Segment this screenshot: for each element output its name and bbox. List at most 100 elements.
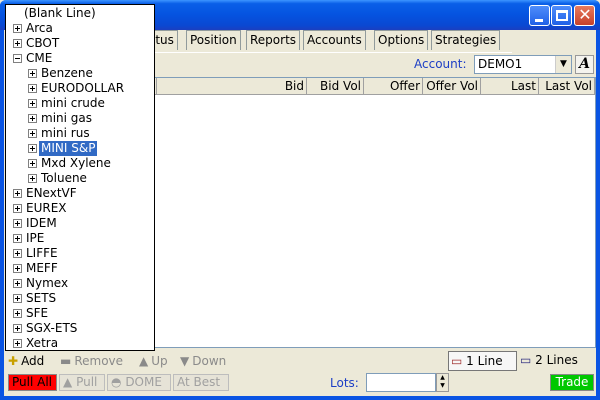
down-button-label: Down: [192, 354, 227, 368]
two-lines-icon: ▭: [520, 353, 532, 367]
font-button[interactable]: A: [575, 55, 594, 74]
close-button[interactable]: ✕: [574, 5, 595, 26]
expand-icon[interactable]: [28, 84, 37, 93]
lots-input[interactable]: [366, 373, 436, 392]
two-lines-label: 2 Lines: [535, 353, 578, 367]
minimize-icon: [535, 19, 543, 22]
trade-button[interactable]: Trade: [550, 374, 594, 391]
dome-button[interactable]: ◓ DOME: [107, 374, 171, 391]
add-icon: ✚: [8, 354, 19, 368]
up-button[interactable]: ▲ Up: [139, 352, 168, 370]
pull-icon: ▲: [63, 375, 73, 389]
close-icon: ✕: [578, 5, 592, 24]
tree-item-label: ENextVF: [26, 186, 77, 200]
spinner-down-icon[interactable]: ▼: [437, 382, 448, 390]
tree-item-label: Arca: [26, 21, 53, 35]
tree-item-label: Mxd Xylene: [41, 156, 111, 170]
one-line-label: 1 Line: [466, 354, 503, 368]
tree-item-label: MEFF: [26, 261, 58, 275]
expand-icon[interactable]: [28, 114, 37, 123]
expand-icon[interactable]: [13, 39, 22, 48]
instrument-tree[interactable]: (Blank Line) Arca CBOT CME Benzene EURODOLLA…: [5, 4, 155, 351]
account-label: Account:: [414, 57, 467, 71]
tree-item-label: Nymex: [26, 276, 69, 290]
expand-icon[interactable]: [13, 234, 22, 243]
maximize-button[interactable]: [551, 5, 572, 26]
add-button[interactable]: ✚ Add: [8, 352, 44, 370]
column-header-offer-vol[interactable]: Offer Vol: [423, 78, 481, 95]
tree-item-label: SFE: [26, 306, 49, 320]
column-header-bid[interactable]: Bid: [157, 78, 307, 95]
arrow-down-icon: ▼: [180, 354, 190, 368]
tab-options[interactable]: Options: [374, 30, 429, 50]
expand-icon[interactable]: [28, 69, 37, 78]
expand-icon[interactable]: [28, 129, 37, 138]
dome-button-label: DOME: [125, 375, 162, 389]
expand-icon[interactable]: [13, 309, 22, 318]
tree-item-label: Toluene: [41, 171, 87, 185]
expand-icon[interactable]: [13, 324, 22, 333]
expand-icon[interactable]: [13, 219, 22, 228]
two-lines-option[interactable]: ▭ 2 Lines: [520, 351, 594, 371]
account-select-value: DEMO1: [478, 57, 523, 71]
add-button-label: Add: [21, 354, 45, 368]
expand-icon[interactable]: [28, 159, 37, 168]
lots-label: Lots:: [330, 376, 359, 390]
pull-button[interactable]: ▲ Pull: [59, 374, 105, 391]
spinner-up-icon[interactable]: ▲: [437, 374, 448, 382]
dome-icon: ◓: [111, 375, 122, 389]
one-line-option[interactable]: ▭ 1 Line: [448, 351, 517, 371]
maximize-icon: [556, 10, 568, 21]
app-window: ✕ atus Position Reports Accounts Options…: [0, 0, 600, 400]
expand-icon[interactable]: [13, 24, 22, 33]
tab-accounts[interactable]: Accounts: [303, 30, 366, 50]
tree-item-label: EUREX: [26, 201, 67, 215]
expand-icon[interactable]: [13, 279, 22, 288]
lots-spinner[interactable]: ▲ ▼: [436, 373, 449, 392]
tab-reports[interactable]: Reports: [246, 30, 301, 50]
expand-icon[interactable]: [13, 204, 22, 213]
one-line-icon: ▭: [451, 354, 463, 368]
account-select[interactable]: DEMO1 ▼: [474, 55, 572, 74]
at-best-button[interactable]: At Best: [173, 374, 229, 391]
column-header-bid-vol[interactable]: Bid Vol: [307, 78, 364, 95]
tree-item-label: (Blank Line): [24, 6, 96, 20]
tree-item-label: CME: [26, 51, 53, 65]
expand-icon[interactable]: [28, 144, 37, 153]
tree-item-label: EURODOLLAR: [41, 81, 125, 95]
pull-all-button[interactable]: Pull All: [8, 374, 57, 391]
up-button-label: Up: [151, 354, 168, 368]
tree-item-label: mini rus: [41, 126, 90, 140]
expand-icon[interactable]: [28, 174, 37, 183]
tree-item-label: LIFFE: [26, 246, 58, 260]
remove-button[interactable]: ▬ Remove: [60, 352, 123, 370]
arrow-up-icon: ▲: [139, 354, 149, 368]
pull-button-label: Pull: [76, 375, 98, 389]
column-header-last-vol[interactable]: Last Vol: [539, 78, 595, 95]
tree-item-label: SETS: [26, 291, 57, 305]
expand-icon[interactable]: [13, 249, 22, 258]
tab-position[interactable]: Position: [186, 30, 241, 50]
column-header-offer[interactable]: Offer: [364, 78, 423, 95]
expand-icon[interactable]: [13, 189, 22, 198]
tree-item-label: MINI S&P: [37, 140, 99, 157]
tree-item-label: IPE: [26, 231, 45, 245]
expand-icon[interactable]: [13, 264, 22, 273]
remove-button-label: Remove: [74, 354, 124, 368]
chevron-down-icon[interactable]: ▼: [555, 56, 571, 73]
down-button[interactable]: ▼ Down: [180, 352, 226, 370]
collapse-icon[interactable]: [13, 54, 22, 63]
tree-item-label: IDEM: [26, 216, 57, 230]
tab-strategies[interactable]: Strategies: [431, 30, 501, 50]
remove-icon: ▬: [60, 354, 72, 368]
tree-item-label: mini gas: [41, 111, 92, 125]
column-header-last[interactable]: Last: [481, 78, 539, 95]
minimize-button[interactable]: [529, 5, 550, 26]
tree-item-label: SGX-ETS: [26, 321, 78, 335]
tree-item-label: Xetra: [26, 336, 59, 350]
tree-item-label: Benzene: [41, 66, 93, 80]
expand-icon[interactable]: [13, 339, 22, 348]
expand-icon[interactable]: [28, 99, 37, 108]
tree-item-label: CBOT: [26, 36, 60, 50]
expand-icon[interactable]: [13, 294, 22, 303]
